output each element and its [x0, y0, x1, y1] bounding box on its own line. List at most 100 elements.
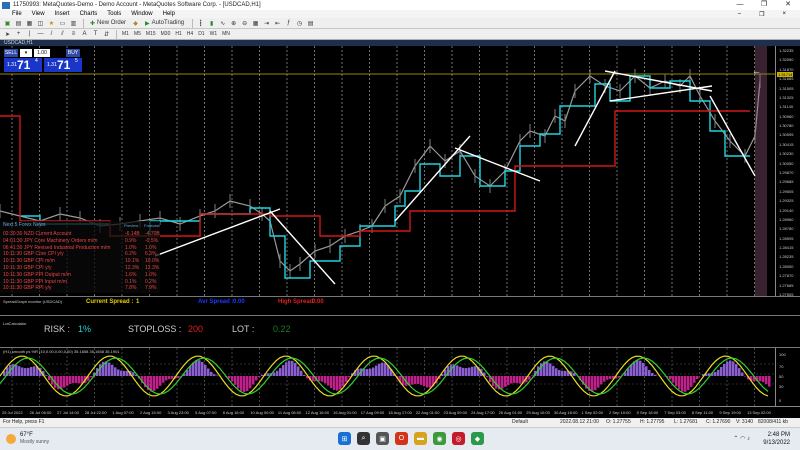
zoom-out-icon[interactable]: ⊖	[240, 19, 249, 28]
trendline-icon[interactable]: /	[47, 30, 56, 39]
oscillator-window[interactable]: (H1) smooth ps %R (10,0.00,0.00,0.00) 35…	[0, 348, 775, 406]
app-icon[interactable]: ◎	[452, 432, 465, 445]
menu-file[interactable]: File	[12, 11, 22, 17]
arrows-icon[interactable]: ⇵	[102, 30, 111, 39]
oscillator-canvas[interactable]	[0, 348, 775, 406]
time-tick-label: 8 Sep 11:00	[691, 410, 714, 415]
timeframe-m15[interactable]: M15	[144, 31, 158, 37]
timeframe-h1[interactable]: H1	[173, 31, 183, 37]
lot-down-icon[interactable]: ▾	[20, 49, 32, 57]
lot-window-title: LotCalculator	[3, 321, 27, 326]
sell-price-box[interactable]: 1.31 71 4	[4, 58, 42, 72]
toolbar-divider	[83, 18, 84, 28]
oscillator-title: (H1) smooth ps %R (10,0.00,0.00,0.00) 35…	[3, 349, 120, 354]
search-icon[interactable]: ⌕	[357, 432, 370, 445]
new-chart-icon[interactable]: ▣	[3, 19, 12, 28]
channel-icon[interactable]: ⫽	[58, 30, 67, 39]
timeframe-mn[interactable]: MN	[220, 31, 232, 37]
tray-arrow-icon[interactable]: ⌃	[733, 436, 738, 442]
label-icon[interactable]: T	[91, 30, 100, 39]
histogram-bar	[519, 376, 522, 384]
navigator-icon[interactable]: ★	[47, 19, 56, 28]
autoscroll-icon[interactable]: ⇥	[262, 19, 271, 28]
status-profile[interactable]: Default	[512, 419, 528, 425]
line-chart-icon[interactable]: ∿	[218, 19, 227, 28]
histogram-bar	[465, 368, 468, 376]
fibo-icon[interactable]: ≡	[69, 30, 78, 39]
menu-insert[interactable]: Insert	[55, 11, 70, 17]
vertical-line-icon[interactable]: |	[25, 30, 34, 39]
mdi-minimize-icon[interactable]: –	[738, 11, 741, 18]
text-icon[interactable]: A	[80, 30, 89, 39]
chrome-icon[interactable]: ◉	[433, 432, 446, 445]
start-icon[interactable]: ⊞	[338, 432, 351, 445]
lot-size-input[interactable]: 1.00	[34, 49, 50, 57]
mdi-restore-icon[interactable]: ❐	[759, 11, 764, 18]
tester-icon[interactable]: ▥	[69, 19, 78, 28]
horizontal-line-icon[interactable]: —	[36, 30, 45, 39]
time-tick-label: 3 Aug 23:00	[167, 410, 189, 415]
histogram-bar	[255, 376, 258, 381]
weather-widget[interactable]: 67°F Mostly sunny	[6, 432, 49, 446]
timeframe-h4[interactable]: H4	[185, 31, 195, 37]
data-window-icon[interactable]: ◫	[36, 19, 45, 28]
lot-value: 0.22	[273, 324, 291, 334]
chart-shift-icon[interactable]: ⇤	[273, 19, 282, 28]
indicators-icon[interactable]: ƒ	[284, 19, 293, 28]
opera-icon[interactable]: O	[395, 432, 408, 445]
candle-chart-icon[interactable]: ▮	[207, 19, 216, 28]
histogram-bar	[21, 367, 24, 376]
buy-price-box[interactable]: 1.31 71 5	[44, 58, 82, 72]
menu-tools[interactable]: Tools	[107, 11, 121, 17]
templates-icon[interactable]: ▤	[306, 19, 315, 28]
taskbar-clock[interactable]: 2:48 PM 9/13/2022	[763, 431, 790, 447]
timeframe-m1[interactable]: M1	[120, 31, 131, 37]
buy-button[interactable]: BUY	[66, 49, 80, 57]
timeframe-m30[interactable]: M30	[159, 31, 173, 37]
menu-help[interactable]: Help	[163, 11, 175, 17]
volume-icon[interactable]: ♪	[747, 436, 750, 442]
histogram-bar	[672, 376, 675, 383]
cursor-icon[interactable]: ➤	[3, 30, 12, 39]
buy-price-pips: 71	[57, 58, 71, 72]
task-view-icon[interactable]: ▣	[376, 432, 389, 445]
bar-chart-icon[interactable]: ┇	[196, 19, 205, 28]
maximize-button[interactable]: ❐	[752, 0, 776, 10]
timeframe-w1[interactable]: W1	[208, 31, 220, 37]
tile-icon[interactable]: ▦	[251, 19, 260, 28]
histogram-bar	[333, 376, 336, 391]
new-order-button[interactable]: ✚ New Order	[87, 19, 129, 28]
timeframe-m5[interactable]: M5	[132, 31, 143, 37]
histogram-bar	[513, 376, 516, 383]
minimize-button[interactable]: —	[728, 0, 752, 10]
market-watch-icon[interactable]: ▦	[25, 19, 34, 28]
menu-charts[interactable]: Charts	[80, 11, 98, 17]
histogram-bar	[30, 367, 33, 376]
mdi-close-icon[interactable]: ×	[782, 11, 786, 18]
histogram-bar	[345, 376, 348, 383]
trendline	[154, 208, 281, 257]
close-button[interactable]: ✕	[776, 0, 800, 10]
zoom-in-icon[interactable]: ⊕	[229, 19, 238, 28]
histogram-bar	[468, 367, 471, 376]
menu-view[interactable]: View	[32, 11, 45, 17]
timeframe-d1[interactable]: D1	[196, 31, 206, 37]
menu-window[interactable]: Window	[131, 11, 152, 17]
time-tick-label: 27 Jul 14:00	[57, 410, 79, 415]
histogram-bar	[195, 360, 198, 376]
histogram-bar	[765, 376, 768, 385]
system-tray[interactable]: ⌃ ◠ ♪	[733, 435, 750, 442]
sell-button[interactable]: SELL	[4, 49, 18, 57]
histogram-bar	[297, 366, 300, 376]
crosshair-icon[interactable]: +	[14, 30, 23, 39]
status-bar: For Help, press F1 Default 2022.08.12 21…	[0, 418, 800, 427]
wifi-icon[interactable]: ◠	[740, 436, 745, 442]
explorer-icon[interactable]: ▬	[414, 432, 427, 445]
period-icon[interactable]: ◷	[295, 19, 304, 28]
metatrader-icon[interactable]: ◆	[471, 432, 484, 445]
time-tick-label: 2 Sep 10:00	[609, 410, 631, 415]
terminal-icon[interactable]: ▭	[58, 19, 67, 28]
profiles-icon[interactable]: ▤	[14, 19, 23, 28]
metaeditor-icon[interactable]: ◆	[131, 19, 140, 28]
autotrading-button[interactable]: ▶ AutoTrading	[142, 19, 187, 28]
